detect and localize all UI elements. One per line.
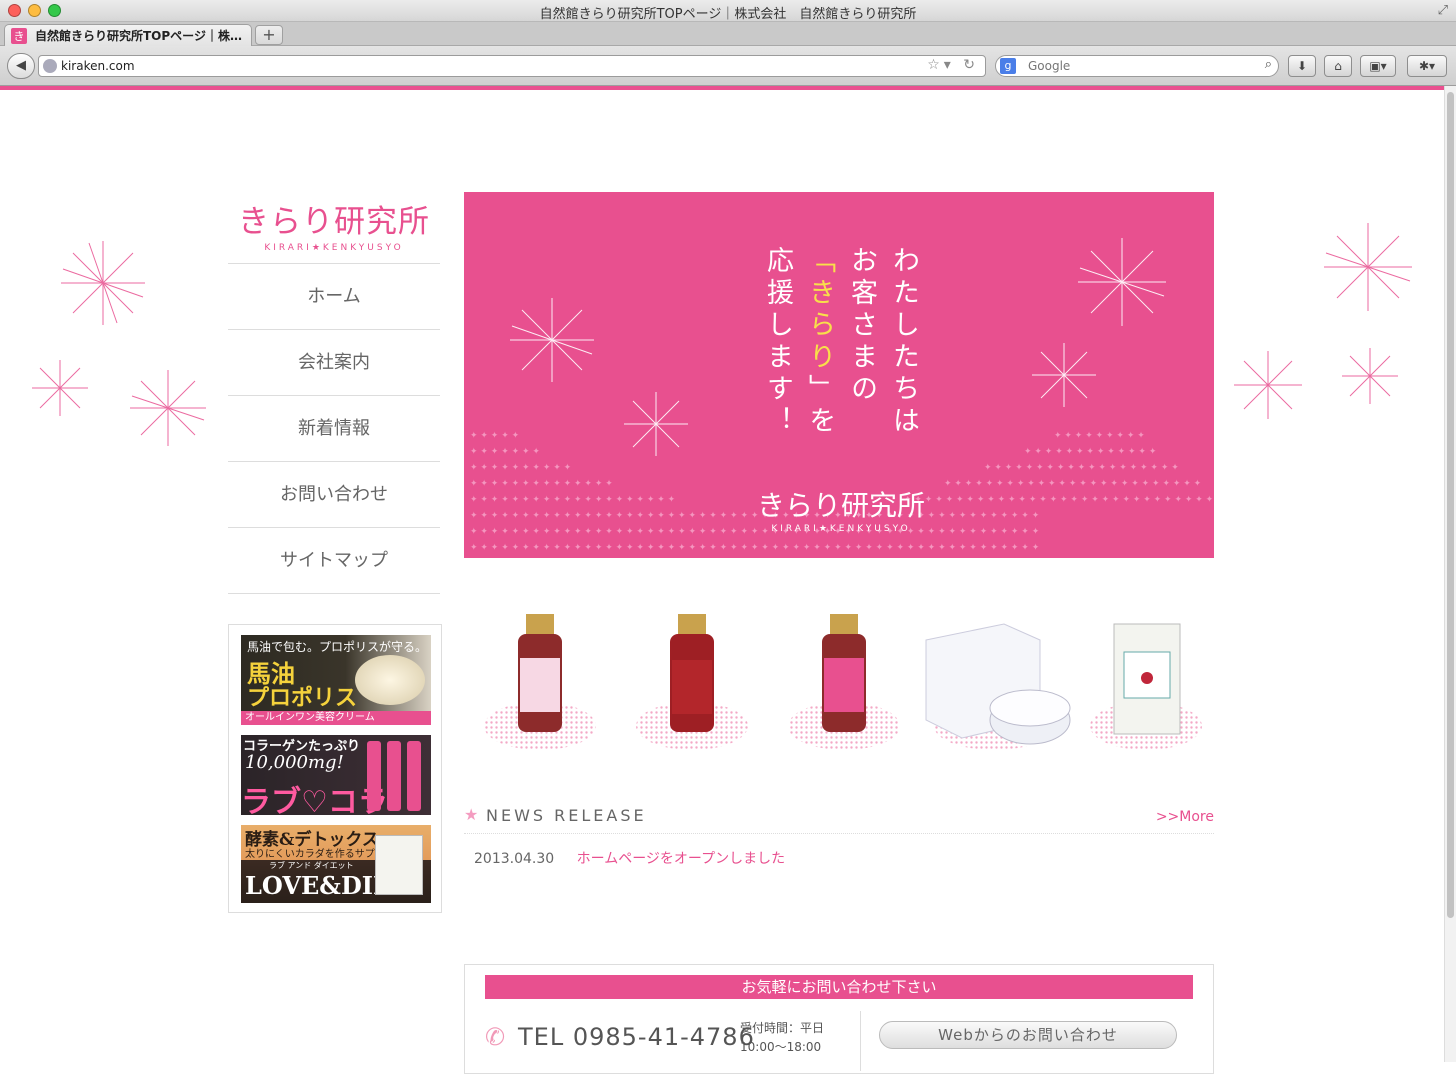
- svg-text:✦ ✦ ✦ ✦ ✦ ✦ ✦ ✦ ✦ ✦ ✦ ✦ ✦ ✦ ✦: ✦ ✦ ✦ ✦ ✦ ✦ ✦ ✦ ✦ ✦ ✦ ✦ ✦ ✦ ✦ ✦ ✦ ✦ ✦ ✦ …: [944, 479, 1202, 489]
- banner2-amount: 10,000mg!: [245, 752, 344, 773]
- svg-text:✦ ✦ ✦ ✦ ✦ ✦ ✦ ✦ ✦ ✦ ✦ ✦ ✦ ✦ ✦: ✦ ✦ ✦ ✦ ✦ ✦ ✦ ✦ ✦ ✦ ✦ ✦ ✦ ✦ ✦ ✦ ✦ ✦ ✦ ✦ …: [470, 527, 1040, 537]
- banner1-tagline: 馬油で包む。プロポリスが守る。: [247, 640, 428, 654]
- hero-logo-subtext: KIRARI★KENKYUSYO: [771, 524, 911, 534]
- news-date: 2013.04.30: [474, 851, 555, 867]
- business-hours: 受付時間：平日 10:00〜18:00: [740, 1019, 824, 1057]
- bottle-image: [407, 741, 421, 811]
- hero-logo-text: きらり研究所: [756, 489, 925, 522]
- product-love-diet[interactable]: [1090, 623, 1202, 750]
- banner-love-diet[interactable]: 酵素&デトックス 太りにくいカラダを作るサプリ ラブ アンド ダイエット LOV…: [241, 825, 431, 903]
- banner1-title-line2: プロポリス: [247, 685, 358, 711]
- news-item: 2013.04.30 ホームページをオープンしました: [474, 848, 785, 868]
- bookmarks-button[interactable]: ▣▾: [1360, 55, 1396, 77]
- logo-text: きらり研究所: [238, 204, 430, 240]
- nav-item-contact[interactable]: お問い合わせ: [228, 462, 440, 528]
- hero-logo: きらり研究所 KIRARI★KENKYUSYO: [756, 484, 926, 534]
- tel-number[interactable]: TEL 0985-41-4786: [518, 1023, 755, 1051]
- svg-text:✦ ✦ ✦ ✦ ✦ ✦ ✦ ✦ ✦ ✦ ✦ ✦ ✦ ✦ ✦: ✦ ✦ ✦ ✦ ✦ ✦ ✦ ✦ ✦ ✦ ✦ ✦ ✦ ✦ ✦ ✦ ✦ ✦ ✦ ✦ …: [904, 495, 1214, 505]
- globe-icon: [43, 59, 57, 73]
- back-button[interactable]: ◀: [7, 53, 35, 79]
- svg-text:✦ ✦ ✦ ✦ ✦ ✦ ✦ ✦ ✦ ✦ ✦ ✦ ✦ ✦ ✦: ✦ ✦ ✦ ✦ ✦ ✦ ✦ ✦ ✦ ✦ ✦ ✦ ✦ ✦ ✦ ✦ ✦ ✦ ✦: [984, 463, 1179, 473]
- star-icon: ★: [464, 805, 479, 824]
- favicon-icon: き: [11, 27, 27, 44]
- tab-bar: き 自然館きらり研究所TOPページ｜株… +: [0, 22, 1456, 46]
- address-bar[interactable]: ☆▾ ↻: [38, 55, 986, 77]
- banner-horse-oil-propolis[interactable]: 馬油で包む。プロポリスが守る。 馬油 プロポリス オールインワン美容クリーム: [241, 635, 431, 725]
- fullscreen-icon[interactable]: ⤢: [1438, 3, 1448, 18]
- search-bar[interactable]: g ⌕: [995, 55, 1279, 77]
- hero-copy-line2: お客さまの: [846, 246, 877, 406]
- new-tab-button[interactable]: +: [255, 25, 283, 45]
- contact-divider: [860, 1011, 861, 1071]
- phone-icon: ✆: [485, 1023, 506, 1051]
- svg-text:✦ ✦ ✦ ✦ ✦ ✦ ✦ ✦ ✦ ✦: ✦ ✦ ✦ ✦ ✦ ✦ ✦ ✦ ✦ ✦: [470, 463, 572, 473]
- nav-item-sitemap[interactable]: サイトマップ: [228, 528, 440, 594]
- browser-toolbar: ◀ ☆▾ ↻ g ⌕ ⬇ ⌂ ▣▾ ✱▾: [0, 46, 1456, 86]
- extensions-button[interactable]: ✱▾: [1407, 55, 1447, 77]
- product-red-bottle[interactable]: [636, 614, 748, 750]
- bookmark-star-reload-icons[interactable]: ☆▾ ↻: [927, 57, 979, 73]
- nav-item-company[interactable]: 会社案内: [228, 330, 440, 396]
- news-more-link[interactable]: >>More: [1156, 809, 1214, 825]
- bottle-image: [367, 741, 381, 811]
- logo-subtext: KIRARI★KENKYUSYO: [264, 243, 404, 253]
- svg-text:✦ ✦ ✦ ✦ ✦: ✦ ✦ ✦ ✦ ✦: [470, 431, 520, 441]
- product-horse-oil-cream[interactable]: [925, 623, 1071, 750]
- cream-jar-image: [355, 655, 425, 705]
- url-input[interactable]: [61, 56, 921, 76]
- downloads-button[interactable]: ⬇: [1288, 55, 1316, 77]
- hero-banner: ✦ ✦ ✦ ✦ ✦ ✦ ✦ ✦ ✦ ✦ ✦ ✦ ✦ ✦ ✦ ✦ ✦ ✦ ✦ ✦ …: [464, 192, 1214, 558]
- news-link[interactable]: ホームページをオープンしました: [577, 851, 785, 867]
- home-button[interactable]: ⌂: [1324, 55, 1352, 77]
- hours-label: 受付時間：平日: [740, 1021, 825, 1035]
- banner2-title: ラブ♡コラ: [241, 785, 388, 815]
- search-input[interactable]: [1028, 56, 1248, 76]
- product-ocean-purucolla[interactable]: [484, 614, 596, 750]
- tab-label: 自然館きらり研究所TOPページ｜株…: [35, 29, 242, 43]
- web-contact-button[interactable]: Webからのお問い合わせ: [879, 1021, 1177, 1049]
- nav-item-home[interactable]: ホーム: [228, 264, 440, 330]
- hero-bracket-open: 「: [804, 246, 835, 278]
- product-row: [464, 600, 1214, 760]
- hero-kirari: きらり: [804, 278, 835, 374]
- window-title: 自然館きらり研究所TOPページ｜株式会社 自然館きらり研究所: [539, 7, 917, 22]
- svg-text:✦ ✦ ✦ ✦ ✦ ✦ ✦ ✦ ✦ ✦ ✦ ✦ ✦: ✦ ✦ ✦ ✦ ✦ ✦ ✦ ✦ ✦ ✦ ✦ ✦ ✦: [1024, 447, 1157, 457]
- scrollbar-thumb[interactable]: [1447, 92, 1454, 918]
- hours-time: 10:00〜18:00: [740, 1040, 822, 1054]
- svg-text:✦ ✦ ✦ ✦ ✦ ✦ ✦ ✦ ✦: ✦ ✦ ✦ ✦ ✦ ✦ ✦ ✦ ✦: [1054, 431, 1145, 441]
- svg-text:✦ ✦ ✦ ✦ ✦ ✦ ✦ ✦ ✦ ✦ ✦ ✦ ✦ ✦ ✦: ✦ ✦ ✦ ✦ ✦ ✦ ✦ ✦ ✦ ✦ ✦ ✦ ✦ ✦ ✦ ✦ ✦ ✦ ✦ ✦ …: [470, 511, 1040, 521]
- contact-box: お気軽にお問い合わせ下さい ✆ TEL 0985-41-4786 受付時間：平日…: [464, 964, 1214, 1074]
- news-title: NEWS RELEASE: [486, 806, 647, 825]
- svg-text:✦ ✦ ✦ ✦ ✦ ✦ ✦ ✦ ✦ ✦ ✦ ✦ ✦ ✦ ✦: ✦ ✦ ✦ ✦ ✦ ✦ ✦ ✦ ✦ ✦ ✦ ✦ ✦ ✦ ✦ ✦ ✦ ✦ ✦ ✦ …: [470, 543, 1040, 553]
- bottle-image: [387, 741, 401, 811]
- search-icon[interactable]: ⌕: [1265, 57, 1272, 72]
- banner-love-colla[interactable]: コラーゲンたっぷり 10,000mg! ラブ♡コラ: [241, 735, 431, 815]
- sidebar-nav: ホーム 会社案内 新着情報 お問い合わせ サイトマップ: [228, 263, 440, 594]
- page-scrollbar[interactable]: [1444, 86, 1456, 1062]
- news-header: ★ NEWS RELEASE >>More: [464, 802, 1214, 834]
- hero-copy-line3: 「きらり」を: [800, 246, 839, 438]
- product-images: [484, 614, 1202, 750]
- svg-text:✦ ✦ ✦ ✦ ✦ ✦ ✦ ✦ ✦ ✦ ✦ ✦ ✦ ✦ ✦: ✦ ✦ ✦ ✦ ✦ ✦ ✦ ✦ ✦ ✦ ✦ ✦ ✦ ✦ ✦ ✦ ✦ ✦ ✦ ✦: [470, 495, 676, 505]
- tab-active[interactable]: き 自然館きらり研究所TOPページ｜株…: [4, 24, 252, 46]
- site-logo[interactable]: きらり研究所 KIRARI★KENKYUSYO: [228, 196, 440, 253]
- banner1-bottom: オールインワン美容クリーム: [241, 711, 431, 725]
- svg-text:✦ ✦ ✦ ✦ ✦ ✦ ✦: ✦ ✦ ✦ ✦ ✦ ✦ ✦: [470, 447, 540, 457]
- hero-copy-line4: 応援します！: [762, 246, 793, 438]
- product-love-colla[interactable]: [788, 614, 900, 750]
- window-titlebar: 自然館きらり研究所TOPページ｜株式会社 自然館きらり研究所 ⤢: [0, 0, 1456, 22]
- hero-copy-line1: わたしたちは: [888, 246, 919, 438]
- contact-heading: お気軽にお問い合わせ下さい: [485, 975, 1193, 999]
- sidebar-banners: 馬油で包む。プロポリスが守る。 馬油 プロポリス オールインワン美容クリーム コ…: [228, 624, 442, 913]
- google-icon[interactable]: g: [1000, 58, 1016, 74]
- supplement-pack-image: [375, 835, 423, 895]
- banner3-sub: 太りにくいカラダを作るサプリ: [245, 849, 385, 860]
- banner3-kana: ラブ アンド ダイエット: [269, 861, 354, 870]
- nav-item-news[interactable]: 新着情報: [228, 396, 440, 462]
- hero-bracket-close: 」を: [804, 374, 835, 438]
- svg-text:✦ ✦ ✦ ✦ ✦ ✦ ✦ ✦ ✦ ✦ ✦ ✦ ✦ ✦: ✦ ✦ ✦ ✦ ✦ ✦ ✦ ✦ ✦ ✦ ✦ ✦ ✦ ✦: [470, 479, 613, 489]
